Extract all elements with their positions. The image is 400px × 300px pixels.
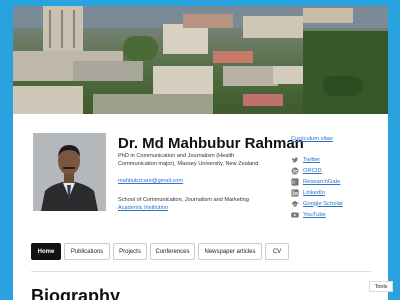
- email-link[interactable]: mahbubzcare@gmail.com: [118, 177, 183, 185]
- social-link-twitter[interactable]: Twitter: [291, 155, 320, 164]
- institution-link[interactable]: Academic Institution: [118, 204, 168, 212]
- page-container: Dr. Md Mahbubur Rahman PhD in Communicat…: [13, 6, 388, 300]
- tab-publications[interactable]: Publications: [64, 243, 110, 260]
- school-text: School of Communication, Journalism and …: [118, 197, 249, 203]
- tab-conferences[interactable]: Conferences: [150, 243, 195, 260]
- social-link-youtube[interactable]: YouTube: [291, 210, 326, 219]
- social-label-orcid: ORCID: [303, 167, 322, 174]
- social-link-google-scholar[interactable]: Google Scholar: [291, 199, 343, 208]
- social-link-orcid[interactable]: ORCID: [291, 166, 322, 175]
- degree-line-2: Communication major), Massey University,…: [118, 161, 259, 167]
- banner-image: [13, 6, 388, 114]
- social-label-linkedin: LinkedIn: [303, 189, 325, 196]
- social-link-linkedin[interactable]: LinkedIn: [291, 188, 325, 197]
- google-scholar-icon: [291, 200, 299, 208]
- divider: [31, 271, 371, 272]
- researchgate-icon: R: [291, 177, 299, 186]
- social-label-google-scholar: Google Scholar: [303, 200, 343, 207]
- tab-projects[interactable]: Projects: [113, 243, 147, 260]
- linkedin-icon: [291, 188, 299, 197]
- youtube-icon: [291, 211, 299, 219]
- tab-home[interactable]: Home: [31, 243, 61, 260]
- svg-text:R: R: [292, 179, 295, 184]
- degree-line-1: PhD in Communication and Journalism (Hea…: [118, 153, 235, 159]
- social-label-researchgate: ResearchGate: [303, 178, 341, 185]
- profile-name: Dr. Md Mahbubur Rahman: [118, 135, 304, 152]
- social-label-twitter: Twitter: [303, 156, 321, 163]
- cv-link[interactable]: Curriculum vitae: [291, 134, 333, 143]
- social-label-youtube: YouTube: [303, 211, 326, 218]
- tab-newspaper-articles[interactable]: Newspaper articles: [198, 243, 262, 260]
- tab-cv[interactable]: CV: [265, 243, 289, 260]
- orcid-icon: [291, 167, 299, 175]
- tools-button[interactable]: Tools: [369, 281, 393, 292]
- social-link-researchgate[interactable]: R ResearchGate: [291, 177, 340, 186]
- profile-photo: [33, 133, 106, 211]
- twitter-icon: [291, 156, 299, 164]
- section-heading: Biography: [31, 286, 121, 300]
